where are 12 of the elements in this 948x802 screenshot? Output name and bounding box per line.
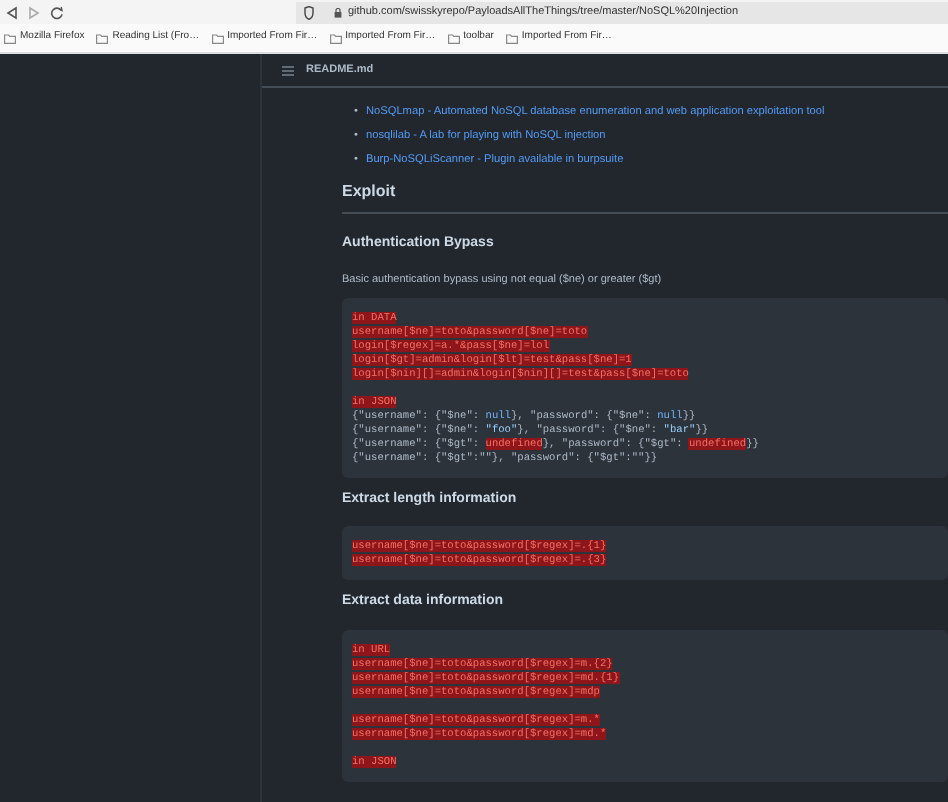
folder-icon [505,33,518,43]
shield-icon[interactable] [304,5,314,19]
folder-icon [447,33,460,43]
list-icon[interactable] [282,65,294,75]
folder-icon [211,33,224,43]
folder-icon [329,33,342,43]
back-icon[interactable] [6,5,18,19]
section-heading: Exploit [342,180,948,214]
folder-icon [96,33,109,43]
lock-icon [334,7,342,17]
folder-icon [4,33,16,43]
reload-icon[interactable] [50,5,64,19]
